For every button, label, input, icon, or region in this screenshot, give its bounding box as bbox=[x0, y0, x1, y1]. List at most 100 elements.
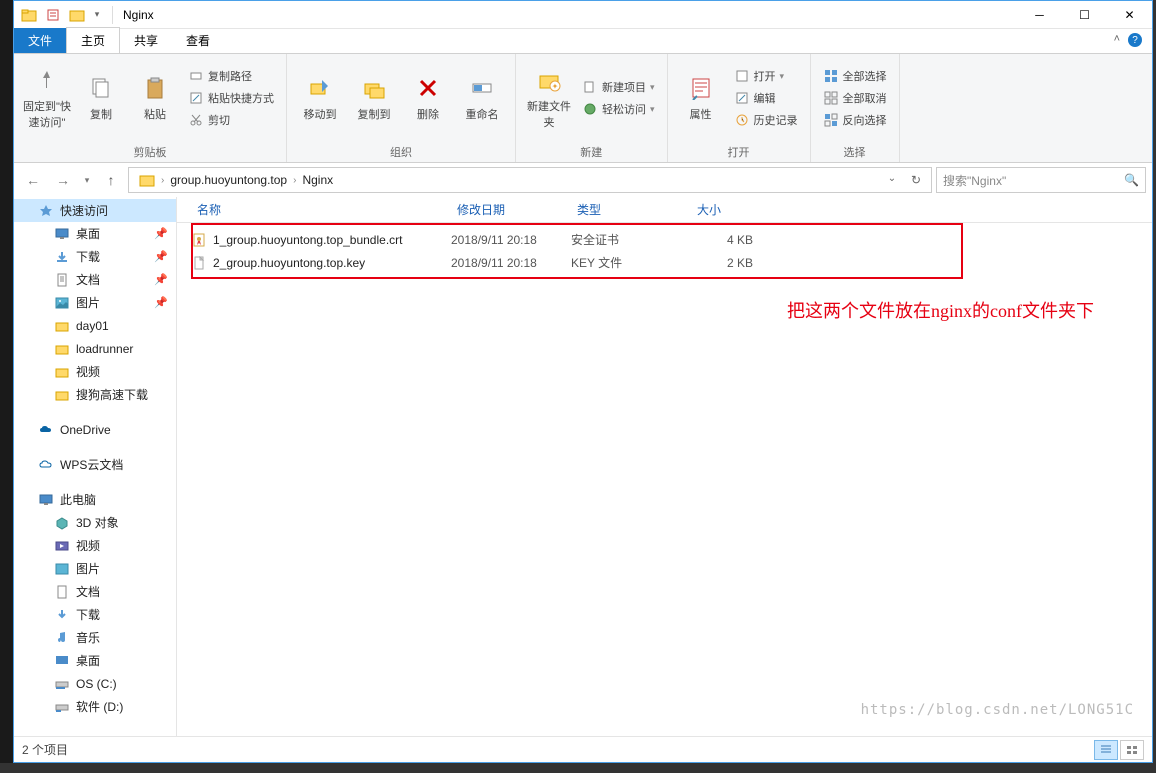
pc-icon bbox=[38, 492, 54, 508]
ribbon-group-clipboard: 固定到"快速访问" 复制 粘贴 复制路径 粘贴快捷方式 剪切 剪贴板 bbox=[14, 54, 287, 162]
paste-shortcut-button[interactable]: 粘贴快捷方式 bbox=[184, 87, 278, 109]
breadcrumb[interactable]: group.huoyuntong.top bbox=[164, 173, 293, 187]
open-icon bbox=[734, 68, 750, 84]
close-button[interactable]: ✕ bbox=[1107, 1, 1152, 29]
ribbon-group-new: ✦新建文件夹 新建项目 ▾ 轻松访问 ▾ 新建 bbox=[516, 54, 668, 162]
move-to-button[interactable]: 移动到 bbox=[295, 63, 345, 133]
sidebar-item-downloads-pc[interactable]: 下载 bbox=[14, 603, 176, 626]
select-all-icon bbox=[823, 68, 839, 84]
invert-selection-button[interactable]: 反向选择 bbox=[819, 109, 891, 131]
nav-back-button[interactable]: ← bbox=[20, 167, 46, 193]
copy-button[interactable]: 复制 bbox=[76, 63, 126, 133]
nav-history-dropdown[interactable]: ▾ bbox=[80, 167, 94, 193]
easy-access-icon bbox=[582, 101, 598, 117]
sidebar-item-quick-access[interactable]: 快速访问 bbox=[14, 199, 176, 222]
tab-share[interactable]: 共享 bbox=[120, 28, 172, 53]
sidebar-item-onedrive[interactable]: OneDrive bbox=[14, 418, 176, 441]
new-folder-button[interactable]: ✦新建文件夹 bbox=[524, 63, 574, 133]
file-row[interactable]: 1_group.huoyuntong.top_bundle.crt 2018/9… bbox=[191, 228, 1152, 251]
sidebar-item-desktop[interactable]: 桌面📌 bbox=[14, 222, 176, 245]
copy-path-button[interactable]: 复制路径 bbox=[184, 65, 278, 87]
download-icon bbox=[54, 249, 70, 265]
rename-icon bbox=[468, 74, 496, 102]
paste-icon bbox=[141, 74, 169, 102]
nav-forward-button[interactable]: → bbox=[50, 167, 76, 193]
qat-properties-icon[interactable] bbox=[42, 4, 64, 26]
view-icons-button[interactable] bbox=[1120, 740, 1144, 760]
picture-icon bbox=[54, 295, 70, 311]
watermark: https://blog.csdn.net/LONG51C bbox=[861, 702, 1134, 718]
folder-icon bbox=[18, 4, 40, 26]
sidebar-item-3d-objects[interactable]: 3D 对象 bbox=[14, 511, 176, 534]
sidebar-item-videos-quick[interactable]: 视频 bbox=[14, 360, 176, 383]
explorer-window: ▾ Nginx ─ ☐ ✕ 文件 主页 共享 查看 ˄ ? 固定到"快速访问" … bbox=[13, 0, 1153, 763]
sidebar-item-this-pc[interactable]: 此电脑 bbox=[14, 488, 176, 511]
sidebar-item-sogou[interactable]: 搜狗高速下载 bbox=[14, 383, 176, 406]
qat-dropdown-icon[interactable]: ▾ bbox=[90, 4, 104, 26]
history-button[interactable]: 历史记录 bbox=[730, 109, 802, 131]
sidebar-item-downloads[interactable]: 下载📌 bbox=[14, 245, 176, 268]
invert-icon bbox=[823, 112, 839, 128]
tab-file[interactable]: 文件 bbox=[14, 28, 66, 53]
cut-button[interactable]: 剪切 bbox=[184, 109, 278, 131]
column-header-name[interactable]: 名称 bbox=[191, 201, 451, 218]
cert-icon bbox=[191, 232, 207, 248]
open-button[interactable]: 打开 ▾ bbox=[730, 65, 802, 87]
properties-button[interactable]: 属性 bbox=[676, 63, 726, 133]
paste-button[interactable]: 粘贴 bbox=[130, 63, 180, 133]
sidebar-item-drive-d[interactable]: 软件 (D:) bbox=[14, 695, 176, 718]
desktop-icon bbox=[54, 653, 70, 669]
pin-icon: 📌 bbox=[154, 250, 168, 263]
new-item-button[interactable]: 新建项目 ▾ bbox=[578, 76, 659, 98]
sidebar-item-documents-pc[interactable]: 文档 bbox=[14, 580, 176, 603]
sidebar-item-loadrunner[interactable]: loadrunner bbox=[14, 337, 176, 360]
history-icon bbox=[734, 112, 750, 128]
address-bar[interactable]: › group.huoyuntong.top › Nginx ⌄ ↻ bbox=[128, 167, 932, 193]
breadcrumb[interactable]: Nginx bbox=[296, 173, 339, 187]
sidebar-item-wps[interactable]: WPS云文档 bbox=[14, 453, 176, 476]
ribbon-group-open: 属性 打开 ▾ 编辑 历史记录 打开 bbox=[668, 54, 811, 162]
search-input[interactable]: 搜索"Nginx" 🔍 bbox=[936, 167, 1146, 193]
addr-dropdown-icon[interactable]: ⌄ bbox=[881, 173, 903, 187]
sidebar-item-day01[interactable]: day01 bbox=[14, 314, 176, 337]
column-header-date[interactable]: 修改日期 bbox=[451, 201, 571, 218]
collapse-ribbon-icon[interactable]: ˄ bbox=[1114, 33, 1120, 45]
music-icon bbox=[54, 630, 70, 646]
navbar: ← → ▾ ↑ › group.huoyuntong.top › Nginx ⌄… bbox=[14, 163, 1152, 197]
sidebar-item-music[interactable]: 音乐 bbox=[14, 626, 176, 649]
column-header-type[interactable]: 类型 bbox=[571, 201, 691, 218]
select-all-button[interactable]: 全部选择 bbox=[819, 65, 891, 87]
help-icon[interactable]: ? bbox=[1128, 33, 1142, 47]
titlebar: ▾ Nginx ─ ☐ ✕ bbox=[14, 1, 1152, 29]
search-icon: 🔍 bbox=[1124, 173, 1139, 187]
copy-to-button[interactable]: 复制到 bbox=[349, 63, 399, 133]
view-details-button[interactable] bbox=[1094, 740, 1118, 760]
nav-up-button[interactable]: ↑ bbox=[98, 167, 124, 193]
ribbon-group-select: 全部选择 全部取消 反向选择 选择 bbox=[811, 54, 900, 162]
tab-home[interactable]: 主页 bbox=[66, 27, 120, 53]
easy-access-button[interactable]: 轻松访问 ▾ bbox=[578, 98, 659, 120]
qat-folder-icon[interactable] bbox=[66, 4, 88, 26]
refresh-icon[interactable]: ↻ bbox=[905, 173, 927, 187]
file-list: 1_group.huoyuntong.top_bundle.crt 2018/9… bbox=[177, 223, 1152, 274]
sidebar-item-documents[interactable]: 文档📌 bbox=[14, 268, 176, 291]
rename-button[interactable]: 重命名 bbox=[457, 63, 507, 133]
pin-icon: 📌 bbox=[154, 296, 168, 309]
folder-icon bbox=[54, 341, 70, 357]
file-row[interactable]: 2_group.huoyuntong.top.key 2018/9/11 20:… bbox=[191, 251, 1152, 274]
column-header-size[interactable]: 大小 bbox=[691, 201, 771, 218]
sidebar-item-videos[interactable]: 视频 bbox=[14, 534, 176, 557]
maximize-button[interactable]: ☐ bbox=[1062, 1, 1107, 29]
select-none-button[interactable]: 全部取消 bbox=[819, 87, 891, 109]
sidebar-item-pictures-pc[interactable]: 图片 bbox=[14, 557, 176, 580]
pin-quick-access-button[interactable]: 固定到"快速访问" bbox=[22, 63, 72, 133]
sidebar-item-desktop-pc[interactable]: 桌面 bbox=[14, 649, 176, 672]
properties-icon bbox=[687, 74, 715, 102]
delete-button[interactable]: 删除 bbox=[403, 63, 453, 133]
minimize-button[interactable]: ─ bbox=[1017, 1, 1062, 29]
sidebar-item-drive-c[interactable]: OS (C:) bbox=[14, 672, 176, 695]
tab-view[interactable]: 查看 bbox=[172, 28, 224, 53]
edit-button[interactable]: 编辑 bbox=[730, 87, 802, 109]
scissors-icon bbox=[188, 112, 204, 128]
sidebar-item-pictures[interactable]: 图片📌 bbox=[14, 291, 176, 314]
